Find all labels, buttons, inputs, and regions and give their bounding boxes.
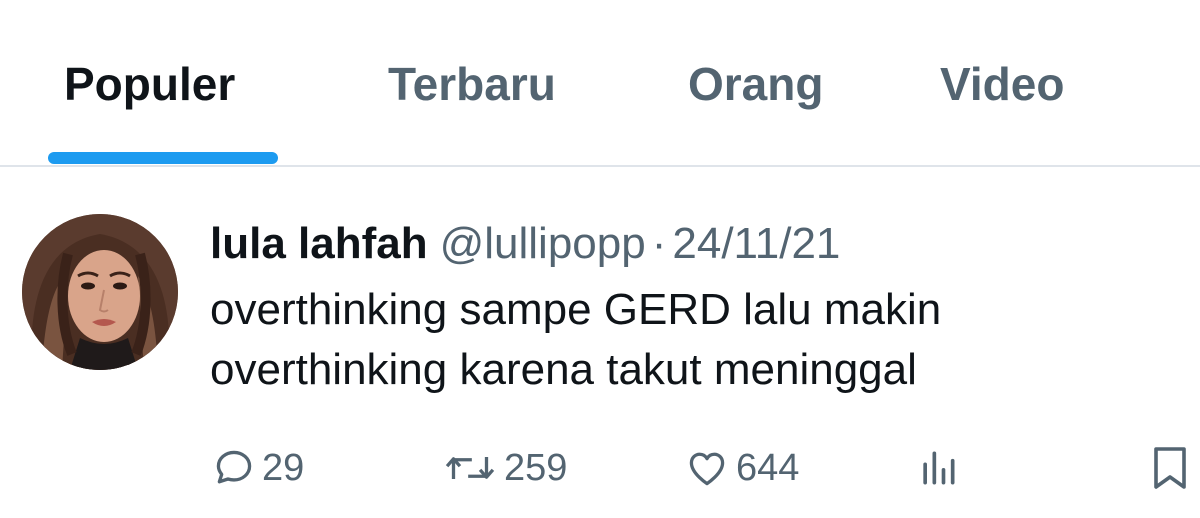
reply-button[interactable]: 29 [212, 440, 304, 496]
speech-bubble-icon [216, 450, 252, 484]
tweet-date[interactable]: 24/11/21 [672, 219, 840, 268]
retweet-count: 259 [504, 446, 568, 489]
display-name[interactable]: lula lahfah [210, 219, 428, 268]
active-tab-indicator [48, 152, 278, 164]
tab-video[interactable]: Video [940, 52, 1064, 116]
search-results-page: Populer Terbaru Orang Video lula lahfah … [0, 0, 1200, 518]
tweet-header: lula lahfah @lullipopp · 24/11/21 [210, 212, 840, 276]
separator-dot: · [651, 219, 667, 268]
search-tabs: Populer Terbaru Orang Video [0, 0, 1200, 167]
user-handle[interactable]: @lullipopp [440, 219, 646, 268]
tab-terbaru[interactable]: Terbaru [388, 52, 556, 116]
tweet-text: overthinking sampe GERD lalu makin overt… [210, 280, 1170, 400]
tab-populer[interactable]: Populer [64, 52, 235, 116]
retweet-button[interactable]: 259 [442, 440, 567, 496]
tweet-text-line: overthinking sampe GERD lalu makin [210, 285, 942, 334]
bar-chart-icon [923, 451, 955, 485]
heart-icon [689, 452, 725, 486]
reply-count: 29 [262, 446, 305, 489]
bookmark-icon [1154, 447, 1186, 489]
tweet-text-line: overthinking karena takut meninggal [210, 345, 917, 394]
like-button[interactable]: 644 [684, 440, 799, 496]
avatar-photo [22, 214, 178, 370]
avatar[interactable] [22, 214, 178, 370]
like-count: 644 [736, 446, 800, 489]
retweet-arrows-icon [445, 457, 495, 479]
views-button[interactable] [916, 440, 960, 496]
tab-orang[interactable]: Orang [688, 52, 823, 116]
bookmark-button[interactable] [1150, 440, 1190, 496]
